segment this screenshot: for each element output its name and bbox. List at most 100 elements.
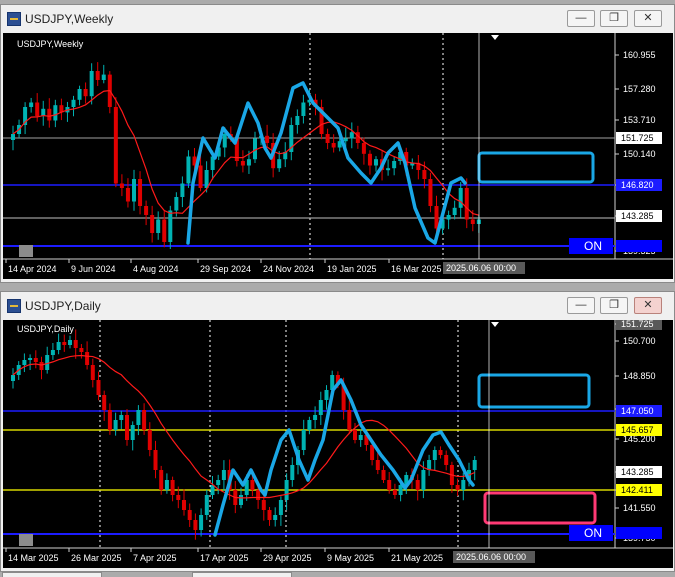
candle-body: [210, 485, 215, 495]
candle-body: [301, 102, 306, 116]
candle-body: [35, 102, 40, 116]
price-tag-label: 142.411: [621, 485, 653, 495]
candle-body: [138, 179, 143, 206]
weekly-chart-area[interactable]: USDJPY,Weekly 160.955 157.280 153.710 150.1…: [3, 33, 673, 279]
candle-body: [180, 183, 185, 197]
candle-body: [176, 495, 181, 500]
weekly-titlebar[interactable]: USDJPY,Weekly — ❐ ✕: [1, 5, 674, 33]
candle-body: [455, 485, 460, 490]
candle-body: [461, 480, 466, 490]
candle-body: [62, 342, 67, 345]
candle-body: [422, 170, 427, 179]
price-tag-label: 151.725: [621, 133, 654, 143]
close-button[interactable]: ✕: [634, 297, 662, 314]
candle-body: [444, 455, 449, 465]
candle-body: [375, 460, 380, 470]
candle-body: [33, 358, 38, 362]
candle-body: [256, 490, 261, 500]
candle-body: [295, 116, 300, 125]
bottom-price-tag: [616, 240, 662, 252]
candle-body: [381, 470, 386, 480]
candle-body: [174, 197, 179, 211]
bottom-price-tag: [616, 527, 662, 539]
on-label: ON: [584, 526, 602, 540]
weekly-chart-window[interactable]: USDJPY,Weekly — ❐ ✕ USDJPY,Weekly 160.95…: [0, 4, 675, 283]
candle-body: [367, 153, 372, 166]
time-axis-label: 9 May 2025: [327, 553, 374, 563]
price-axis-label: 148.850: [623, 371, 656, 381]
candle-body: [250, 480, 255, 490]
daily-window-title: USDJPY,Daily: [25, 299, 101, 313]
candle-body: [68, 340, 72, 345]
restore-button[interactable]: ❐: [600, 10, 628, 27]
candle-body: [119, 183, 124, 188]
candle-body: [472, 460, 477, 470]
restore-button[interactable]: ❐: [600, 297, 628, 314]
candle-body: [107, 410, 112, 430]
time-axis-label: 17 Apr 2025: [200, 553, 249, 563]
time-axis-label: 9 Jun 2024: [71, 264, 116, 274]
time-axis-label: 14 Apr 2024: [8, 264, 57, 274]
candle-body: [168, 210, 173, 242]
candle-body: [324, 390, 329, 400]
price-tag-label: 143.285: [621, 211, 654, 221]
candle-body: [246, 159, 251, 166]
weekly-chart-canvas[interactable]: USDJPY,Weekly 160.955 157.280 153.710 150.1…: [3, 33, 673, 279]
candle-body: [159, 470, 164, 490]
candle-body: [370, 445, 375, 460]
time-axis-label: 24 Nov 2024: [263, 264, 314, 274]
close-button[interactable]: ✕: [634, 10, 662, 27]
candle-body: [347, 410, 352, 430]
candle-body: [318, 400, 323, 415]
window-tab[interactable]: [192, 572, 292, 577]
time-axis-label: 19 Jan 2025: [327, 264, 377, 274]
candle-body: [41, 108, 46, 116]
candle-body: [144, 206, 149, 215]
candle-body: [265, 135, 270, 143]
candle-body: [307, 420, 312, 430]
price-axis-label: 160.955: [623, 50, 656, 60]
candle-body: [222, 134, 227, 148]
chart-window-icon: [7, 12, 21, 26]
candle-body: [239, 495, 243, 505]
minimize-button[interactable]: —: [567, 297, 595, 314]
candle-body: [325, 134, 330, 143]
window-tab[interactable]: [2, 572, 102, 577]
candle-body: [349, 132, 354, 139]
candle-body: [267, 510, 272, 520]
daily-symbol-label: USDJPY,Daily: [17, 324, 74, 334]
time-axis-label: 4 Aug 2024: [133, 264, 179, 274]
candle-body: [438, 450, 443, 455]
candle-body: [29, 102, 34, 107]
price-tag-label: 143.285: [621, 467, 654, 477]
candle-body: [83, 89, 88, 97]
candle-body: [193, 520, 198, 530]
price-axis-label: 157.280: [623, 84, 656, 94]
candle-body: [313, 415, 318, 420]
candle-body: [301, 430, 306, 450]
candle-body: [240, 161, 245, 166]
daily-chart-area[interactable]: USDJPY,Daily 151.725 150.700 148.850 147.05…: [3, 320, 673, 568]
minimize-button[interactable]: —: [567, 10, 595, 27]
candle-body: [156, 219, 161, 233]
candle-body: [11, 375, 15, 381]
candle-body: [470, 219, 475, 224]
chart-window-icon: [7, 299, 21, 313]
candle-body: [79, 348, 84, 352]
candle-body: [101, 74, 106, 80]
daily-pink-rectangle: [483, 491, 597, 525]
candle-body: [136, 410, 141, 425]
candle-body: [73, 340, 78, 348]
candle-body: [45, 355, 50, 370]
price-axis-label: 141.550: [623, 503, 656, 513]
candle-body: [428, 179, 433, 206]
candle-body: [50, 350, 55, 355]
daily-titlebar[interactable]: USDJPY,Daily — ❐ ✕: [1, 292, 674, 320]
candle-body: [90, 365, 95, 380]
weekly-window-title: USDJPY,Weekly: [25, 12, 114, 26]
daily-chart-window[interactable]: USDJPY,Daily — ❐ ✕ USDJPY,Daily 151.725 1…: [0, 291, 675, 572]
daily-chart-canvas[interactable]: USDJPY,Daily 151.725 150.700 148.850 147.05…: [3, 320, 673, 568]
candle-body: [187, 510, 192, 520]
candle-body: [464, 188, 469, 220]
candle-body: [273, 515, 278, 520]
